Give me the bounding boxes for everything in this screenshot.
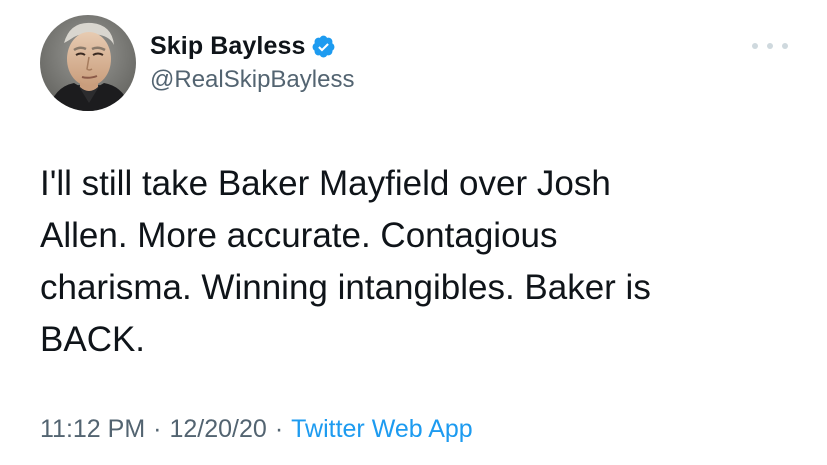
tweet-metadata: 11:12 PM · 12/20/20 · Twitter Web App: [40, 415, 473, 444]
user-handle[interactable]: @RealSkipBayless: [150, 66, 354, 94]
user-info: Skip Bayless @RealSkipBayless: [150, 30, 354, 94]
tweet-source-link[interactable]: Twitter Web App: [291, 415, 473, 444]
separator: ·: [153, 415, 162, 443]
avatar[interactable]: [40, 15, 136, 111]
display-name[interactable]: Skip Bayless: [150, 32, 305, 61]
tweet-text: I'll still take Baker Mayfield over Josh…: [40, 164, 651, 359]
tweet-card: Skip Bayless @RealSkipBayless I'll still…: [0, 0, 827, 465]
dot-icon: [752, 43, 758, 49]
tweet-date[interactable]: 12/20/20: [169, 415, 266, 444]
tweet-time[interactable]: 11:12 PM: [40, 415, 145, 444]
more-options-icon[interactable]: [752, 38, 788, 54]
dot-icon: [782, 43, 788, 49]
dot-icon: [767, 43, 773, 49]
verified-badge-icon: [311, 34, 336, 59]
separator: ·: [274, 415, 284, 443]
avatar-image: [40, 15, 136, 111]
name-row: Skip Bayless: [150, 30, 354, 62]
